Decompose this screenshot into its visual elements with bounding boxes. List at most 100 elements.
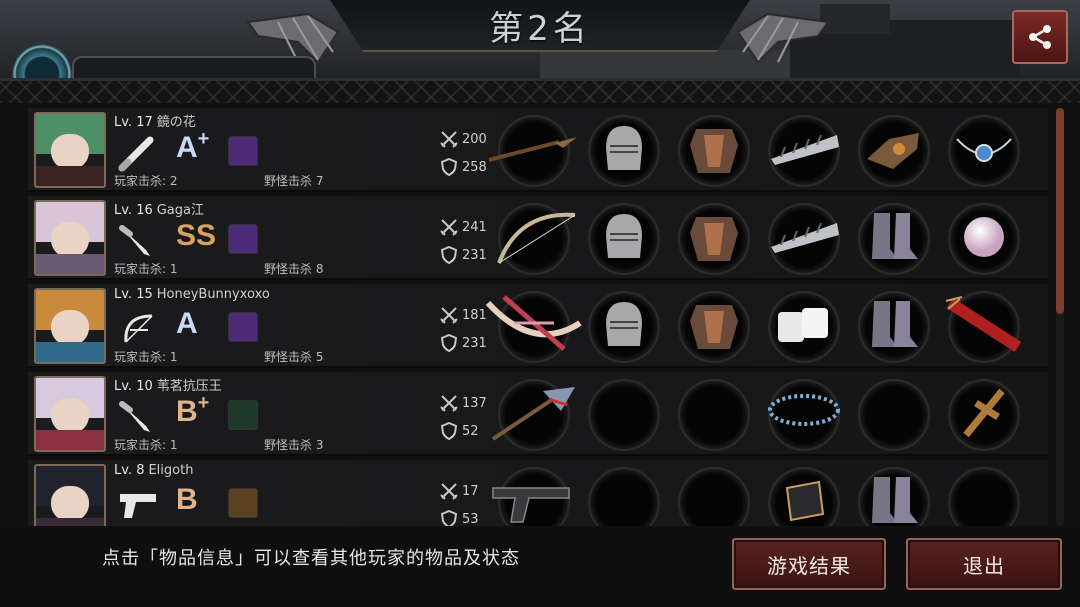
attack-stat: 137 [440,394,487,412]
crossed-swords-icon [440,219,458,236]
equipment-slot[interactable] [588,379,660,451]
defense-stat: 258 [440,158,487,176]
bracer-icon [779,476,829,526]
player-row[interactable]: Lv. 17 鏡の花 A+ 玩家击杀: 2 野怪击杀 7 200 258 [28,108,1048,192]
weapon-rank: A [176,304,198,341]
player-level-name: Lv. 15 HoneyBunnyxoxo [114,287,270,302]
crossed-swords-icon [440,307,458,324]
equipment-slot[interactable] [948,467,1020,526]
boots-icon [868,473,920,526]
weapon-rank-letter: A [176,307,198,340]
pearl-icon [961,214,1007,264]
player-row[interactable]: Lv. 15 HoneyBunnyxoxo A 玩家击杀: 1 野怪击杀 5 18… [28,284,1048,368]
player-row[interactable]: Lv. 10 苇茗抗压王 B+ 玩家击杀: 1 野怪击杀 3 137 52 [28,372,1048,456]
equipment-slot[interactable] [858,379,930,451]
player-kills: 玩家击杀: 1 [114,350,178,364]
knife-icon [119,401,150,432]
player-level: Lv. 10 [114,379,153,394]
quiver-icon [942,295,1026,359]
equipment-slot[interactable] [768,379,840,451]
player-level: Lv. 8 [114,463,145,478]
equipment-slot[interactable] [945,291,1022,363]
equipment-slot[interactable] [858,203,930,275]
equipment-slot[interactable] [858,291,930,363]
equipment-slot[interactable] [678,467,750,526]
skill-icon[interactable] [228,400,258,430]
attack-stat: 200 [440,130,487,148]
shield-icon [440,510,458,526]
weapon-rank-letter: B [176,395,198,428]
skill-icon[interactable] [228,312,258,342]
boots-icon [868,297,920,357]
attack-stat: 181 [440,306,487,324]
amulet-icon [953,129,1015,173]
skill-icon[interactable] [228,224,258,254]
scrollbar[interactable] [1056,108,1064,526]
player-avatar[interactable] [34,288,106,364]
helmet-icon [600,210,648,268]
monster-kills: 野怪击杀 8 [264,262,324,276]
player-avatar[interactable] [34,200,106,276]
equipment-slot[interactable] [948,115,1020,187]
weapon-rank-plus: + [197,128,210,150]
attack-value: 137 [462,395,487,411]
player-avatar[interactable] [34,376,106,452]
player-avatar[interactable] [34,464,106,526]
weapon-rank: B+ [176,392,209,429]
equipment-slot[interactable] [948,203,1020,275]
shield-icon [440,158,458,176]
weapon-rank: A+ [176,128,209,165]
equipment-slot[interactable] [858,115,930,187]
equipment-slot[interactable] [492,467,570,526]
equipment-slot[interactable] [678,203,750,275]
bow-icon [124,314,153,343]
equipment-slot[interactable] [768,203,840,275]
attack-value: 241 [462,219,487,235]
share-button[interactable] [1012,10,1068,64]
player-level: Lv. 16 [114,203,153,218]
skill-icon[interactable] [228,136,258,166]
defense-value: 53 [462,511,479,527]
player-avatar[interactable] [34,112,106,188]
equipment-slot[interactable] [858,467,930,526]
player-row[interactable]: Lv. 8 Eligoth B 17 53 [28,460,1048,526]
shield-icon [440,246,458,264]
equipment-slot[interactable] [768,115,840,187]
player-row[interactable]: Lv. 16 Gaga江 SS 玩家击杀: 1 野怪击杀 8 241 231 [28,196,1048,280]
equipment-slot[interactable] [488,115,577,187]
player-level: Lv. 17 [114,115,153,130]
helmet-icon [600,122,648,180]
equipment-slot[interactable] [678,115,750,187]
equipment-slot[interactable] [768,467,840,526]
boots-icon [868,209,920,269]
equipment-slot[interactable] [588,203,660,275]
scrollbar-thumb[interactable] [1056,108,1064,314]
weapon-rank: B [176,480,198,517]
mesh-divider [0,81,1080,103]
game-result-button[interactable]: 游戏结果 [732,538,886,590]
rank-title-banner: 第2名 [330,0,750,52]
equipment-slot[interactable] [588,291,660,363]
player-level: Lv. 15 [114,287,153,302]
skill-icon[interactable] [228,488,258,518]
equipment-slot[interactable] [491,379,575,451]
equipment-slot[interactable] [485,291,582,363]
equipment-slot[interactable] [588,467,660,526]
equipment-slot[interactable] [497,203,576,275]
equipment-slot[interactable] [678,291,750,363]
equipment-slot[interactable] [678,379,750,451]
player-kills: 玩家击杀: 2 [114,174,178,188]
baseball-bat-icon [118,136,154,172]
attack-stat: 17 [440,482,479,500]
player-list[interactable]: Lv. 17 鏡の花 A+ 玩家击杀: 2 野怪击杀 7 200 258 Lv. … [28,108,1048,526]
monster-kills: 野怪击杀 5 [264,350,324,364]
weapon-rank-letter: A [176,131,198,164]
attack-value: 17 [462,483,479,499]
bow-icon [489,207,579,271]
equipment-slot[interactable] [768,291,840,363]
defense-value: 231 [462,247,487,263]
equipment-slot[interactable] [588,115,660,187]
exit-button[interactable]: 退出 [906,538,1062,590]
equipment-slot[interactable] [948,379,1020,451]
weapon-rank-letter: SS [176,219,217,252]
